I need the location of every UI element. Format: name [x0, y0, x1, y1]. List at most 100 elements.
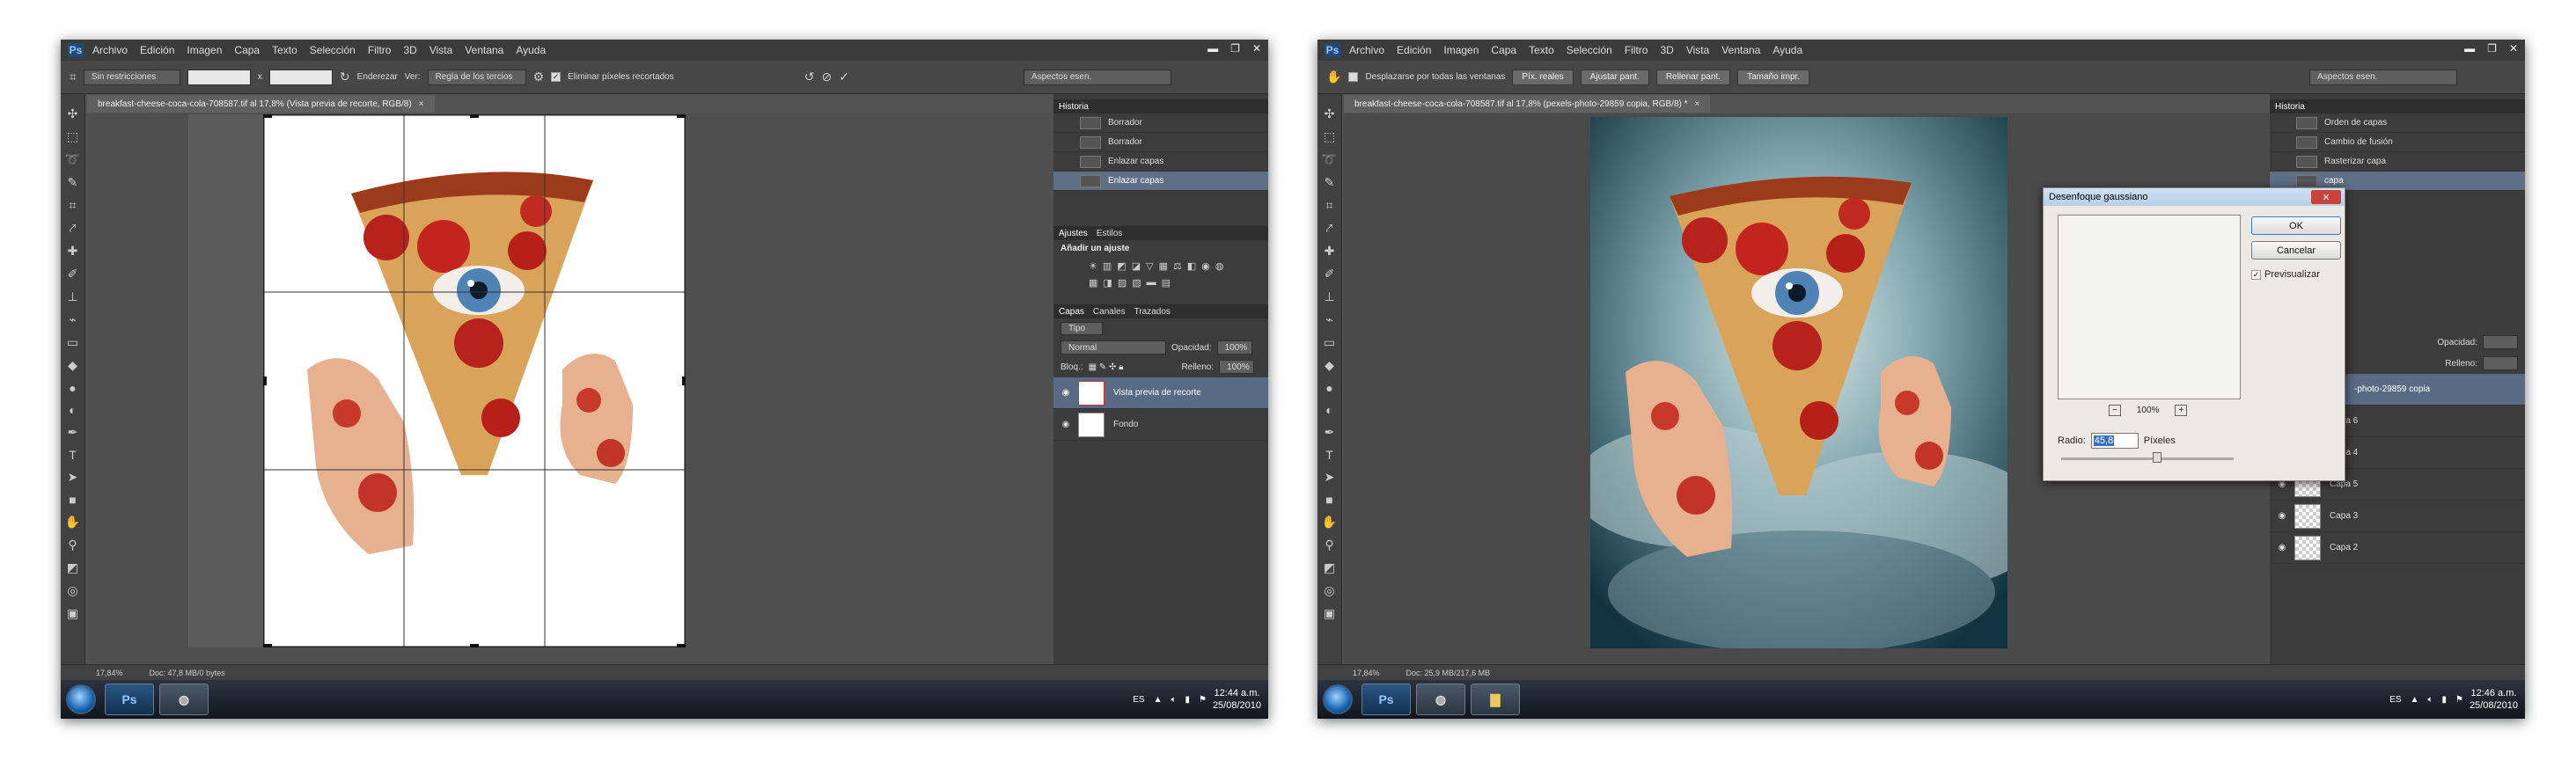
commit-check-icon[interactable]: ✓: [839, 69, 849, 84]
eye-icon[interactable]: ◉: [2270, 511, 2294, 521]
media-taskbar-button[interactable]: ◍: [1416, 684, 1465, 715]
photo-filter-icon[interactable]: ◉: [1201, 260, 1210, 272]
workspace-select[interactable]: Aspectos esen.: [2309, 69, 2458, 85]
crop-preview-canvas[interactable]: [262, 113, 686, 648]
language-indicator[interactable]: ES: [2389, 695, 2401, 705]
document-canvas[interactable]: [1590, 117, 2007, 648]
menu-ayuda[interactable]: Ayuda: [1772, 44, 1802, 56]
menu-edicion[interactable]: Edición: [140, 44, 174, 56]
menu-ventana[interactable]: Ventana: [1721, 44, 1760, 56]
tab-capas[interactable]: Capas: [1059, 307, 1084, 317]
eyedropper-tool-icon[interactable]: ⤤: [70, 221, 77, 236]
lookup-icon[interactable]: ▦: [1089, 277, 1097, 289]
actual-pixels-button[interactable]: Píx. reales: [1512, 69, 1574, 85]
balance-icon[interactable]: ⚖: [1173, 260, 1182, 272]
scroll-all-checkbox[interactable]: [1348, 72, 1359, 82]
crop-tool-icon[interactable]: ⌗: [1326, 198, 1333, 213]
radius-input[interactable]: 45,8: [2090, 433, 2139, 449]
blur-tool-icon[interactable]: ●: [1325, 381, 1332, 395]
crop-tool-icon[interactable]: ⌗: [70, 69, 77, 84]
crop-width-input[interactable]: [187, 69, 251, 85]
exposure-icon[interactable]: ◪: [1132, 260, 1141, 272]
menu-edicion[interactable]: Edición: [1397, 44, 1431, 56]
healing-tool-icon[interactable]: ✚: [68, 244, 78, 259]
menu-capa[interactable]: Capa: [234, 44, 260, 56]
blur-preview[interactable]: [2058, 215, 2241, 399]
zoom-level[interactable]: 17,84%: [1353, 669, 1380, 677]
bucket-tool-icon[interactable]: ◆: [68, 358, 77, 373]
vibrance-icon[interactable]: ▽: [1146, 260, 1153, 272]
tab-estilos[interactable]: Estilos: [1097, 229, 1122, 238]
lock-icons[interactable]: ▦ ✎ ✣ 🔒︎: [1089, 362, 1124, 372]
minimize-icon[interactable]: ▬: [1207, 42, 1218, 55]
cancel-icon[interactable]: ⊘: [821, 69, 832, 84]
eye-icon[interactable]: ◉: [2270, 543, 2294, 552]
tab-canales[interactable]: Canales: [1093, 307, 1126, 317]
levels-icon[interactable]: ▥: [1103, 260, 1112, 272]
preview-checkbox[interactable]: ✓: [2251, 269, 2261, 280]
shape-tool-icon[interactable]: ■: [1325, 493, 1332, 507]
healing-tool-icon[interactable]: ✚: [1325, 244, 1335, 259]
network-icon[interactable]: ▮: [2442, 695, 2448, 705]
quick-select-tool-icon[interactable]: ✎: [68, 175, 78, 190]
menu-vista[interactable]: Vista: [1686, 44, 1709, 56]
history-brush-tool-icon[interactable]: ⌁: [1325, 312, 1332, 327]
cancel-button[interactable]: Cancelar: [2251, 241, 2341, 260]
layer-row[interactable]: ◉ Fondo: [1053, 409, 1268, 441]
history-panel-title[interactable]: Historia: [2275, 102, 2305, 112]
lasso-tool-icon[interactable]: ➰: [65, 152, 80, 167]
hand-tool-icon[interactable]: ✋: [65, 515, 80, 530]
menu-3d[interactable]: 3D: [403, 44, 416, 56]
media-taskbar-button[interactable]: ◍: [159, 684, 209, 715]
restore-icon[interactable]: ❐: [2487, 42, 2497, 55]
posterize-icon[interactable]: ▨: [1118, 277, 1127, 289]
menu-capa[interactable]: Capa: [1491, 44, 1516, 56]
crop-preset-select[interactable]: Sin restricciones: [83, 69, 180, 85]
zoom-out-icon[interactable]: −: [2109, 405, 2121, 416]
volume-icon[interactable]: 🔈︎: [1171, 695, 1177, 705]
menu-archivo[interactable]: Archivo: [1349, 44, 1384, 56]
shape-tool-icon[interactable]: ■: [69, 493, 76, 507]
menu-seleccion[interactable]: Selección: [310, 44, 356, 56]
dodge-tool-icon[interactable]: ◐: [69, 403, 76, 417]
menu-texto[interactable]: Texto: [272, 44, 297, 56]
document-tab[interactable]: breakfast-cheese-coca-cola-708587.tif al…: [1344, 95, 1711, 113]
quick-select-tool-icon[interactable]: ✎: [1325, 175, 1335, 190]
overlay-select[interactable]: Regla de los tercios: [427, 69, 526, 85]
menu-filtro[interactable]: Filtro: [368, 44, 392, 56]
crop-height-input[interactable]: [268, 69, 333, 85]
history-item[interactable]: Borrador: [1053, 133, 1268, 152]
volume-icon[interactable]: 🔈︎: [2428, 695, 2433, 705]
start-button[interactable]: [1323, 684, 1353, 714]
selective-color-icon[interactable]: ▤: [1162, 277, 1171, 289]
lasso-tool-icon[interactable]: ➰: [1322, 152, 1337, 167]
menu-seleccion[interactable]: Selección: [1567, 44, 1612, 56]
type-tool-icon[interactable]: T: [69, 448, 77, 462]
opacity-input[interactable]: 100%: [1216, 340, 1252, 355]
close-icon[interactable]: ✕: [1252, 42, 1261, 55]
quick-mask-icon[interactable]: ◎: [1324, 583, 1334, 598]
language-indicator[interactable]: ES: [1133, 695, 1144, 705]
pen-tool-icon[interactable]: ✒: [1325, 425, 1335, 440]
flag-icon[interactable]: ⚑: [2455, 695, 2463, 705]
reset-icon[interactable]: ↺: [804, 69, 815, 84]
fill-screen-button[interactable]: Rellenar pant.: [1655, 69, 1731, 85]
menu-imagen[interactable]: Imagen: [1443, 44, 1479, 56]
close-icon[interactable]: ×: [419, 99, 424, 109]
fill-input[interactable]: 100%: [1219, 360, 1255, 374]
path-select-tool-icon[interactable]: ➤: [68, 470, 78, 485]
blend-mode-select[interactable]: Normal: [1060, 340, 1166, 355]
history-item-active[interactable]: Enlazar capas: [1053, 172, 1268, 191]
fill-input[interactable]: [2483, 356, 2518, 370]
tab-ajustes[interactable]: Ajustes: [1059, 229, 1088, 238]
print-size-button[interactable]: Tamaño impr.: [1737, 69, 1810, 85]
zoom-tool-icon[interactable]: ⚲: [1325, 538, 1333, 552]
layer-kind-select[interactable]: Tipo: [1060, 322, 1103, 335]
clock[interactable]: 12:46 a.m. 25/08/2010: [2470, 687, 2518, 712]
dialog-close-icon[interactable]: ✕: [2311, 190, 2341, 204]
menu-texto[interactable]: Texto: [1529, 44, 1554, 56]
close-icon[interactable]: ×: [1695, 99, 1700, 109]
gradient-map-icon[interactable]: ▬: [1147, 277, 1156, 289]
menu-vista[interactable]: Vista: [429, 44, 452, 56]
stamp-tool-icon[interactable]: ⊥: [67, 289, 77, 304]
